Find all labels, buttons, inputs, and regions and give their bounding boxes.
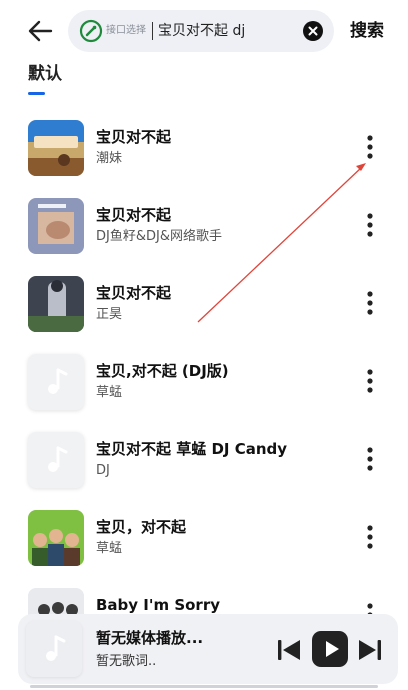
skip-previous-icon[interactable] xyxy=(275,636,303,664)
song-title: 宝贝,对不起 (DJ版) xyxy=(96,362,229,380)
album-cover xyxy=(28,276,84,332)
interface-select-label[interactable]: 接口选择 xyxy=(106,24,146,38)
interface-switch-icon[interactable] xyxy=(79,19,103,43)
close-circle-icon[interactable] xyxy=(302,20,324,42)
album-cover-placeholder xyxy=(28,354,84,410)
song-row[interactable]: Baby I'm Sorry xyxy=(0,576,408,616)
music-note-icon xyxy=(48,446,68,472)
song-artist: 草蜢 xyxy=(96,541,123,556)
play-icon[interactable] xyxy=(312,631,348,667)
more-vertical-icon[interactable] xyxy=(358,132,382,162)
player-lyrics: 暂无歌词.. xyxy=(96,654,157,669)
song-row[interactable]: 宝贝对不起 正昊 xyxy=(0,264,408,342)
more-vertical-icon[interactable] xyxy=(358,288,382,318)
search-bar[interactable]: 接口选择 宝贝对不起 dj xyxy=(68,10,334,52)
song-title: 宝贝对不起 xyxy=(96,206,172,224)
album-cover-placeholder xyxy=(28,432,84,488)
more-vertical-icon[interactable] xyxy=(358,522,382,552)
arrow-left-icon[interactable] xyxy=(26,17,54,45)
song-row[interactable]: 宝贝对不起 草蜢 DJ Candy DJ xyxy=(0,420,408,498)
mini-player[interactable]: 暂无媒体播放... 暂无歌词.. xyxy=(18,614,398,684)
song-artist: 正昊 xyxy=(96,307,123,322)
song-title: 宝贝对不起 xyxy=(96,128,172,146)
album-cover xyxy=(28,510,84,566)
song-row[interactable]: 宝贝，对不起 草蜢 xyxy=(0,498,408,576)
song-title: 宝贝，对不起 xyxy=(96,518,187,536)
more-vertical-icon[interactable] xyxy=(358,366,382,396)
search-button[interactable]: 搜索 xyxy=(350,19,384,43)
album-cover xyxy=(28,198,84,254)
skip-next-icon[interactable] xyxy=(356,636,384,664)
home-indicator xyxy=(30,685,378,688)
song-title: 宝贝对不起 草蜢 DJ Candy xyxy=(96,440,288,458)
song-row[interactable]: 宝贝对不起 潮妹 xyxy=(0,108,408,186)
song-artist: DJ xyxy=(96,463,110,478)
more-vertical-icon[interactable] xyxy=(358,444,382,474)
search-divider xyxy=(152,22,153,40)
tab-default[interactable]: 默认 xyxy=(28,62,62,86)
song-artist: 潮妹 xyxy=(96,151,123,166)
player-cover-placeholder xyxy=(26,621,82,677)
song-row[interactable]: 宝贝对不起 DJ鱼籽&DJ&网络歌手 xyxy=(0,186,408,264)
song-artist: DJ鱼籽&DJ&网络歌手 xyxy=(96,229,222,244)
song-title: Baby I'm Sorry xyxy=(96,596,220,614)
search-input[interactable]: 宝贝对不起 dj xyxy=(158,21,245,41)
tab-active-indicator xyxy=(28,92,45,95)
more-vertical-icon[interactable] xyxy=(358,210,382,240)
music-note-icon xyxy=(46,635,66,661)
music-note-icon xyxy=(48,368,68,394)
player-title: 暂无媒体播放... xyxy=(96,629,204,647)
album-cover xyxy=(28,588,84,616)
album-cover xyxy=(28,120,84,176)
song-list[interactable]: 宝贝对不起 潮妹 宝贝对不起 DJ鱼籽&DJ&网络歌手 宝贝对不起 正昊 宝贝,… xyxy=(0,108,408,616)
song-artist: 草蜢 xyxy=(96,385,123,400)
song-row[interactable]: 宝贝,对不起 (DJ版) 草蜢 xyxy=(0,342,408,420)
song-title: 宝贝对不起 xyxy=(96,284,172,302)
top-bar: 接口选择 宝贝对不起 dj 搜索 xyxy=(0,0,408,62)
